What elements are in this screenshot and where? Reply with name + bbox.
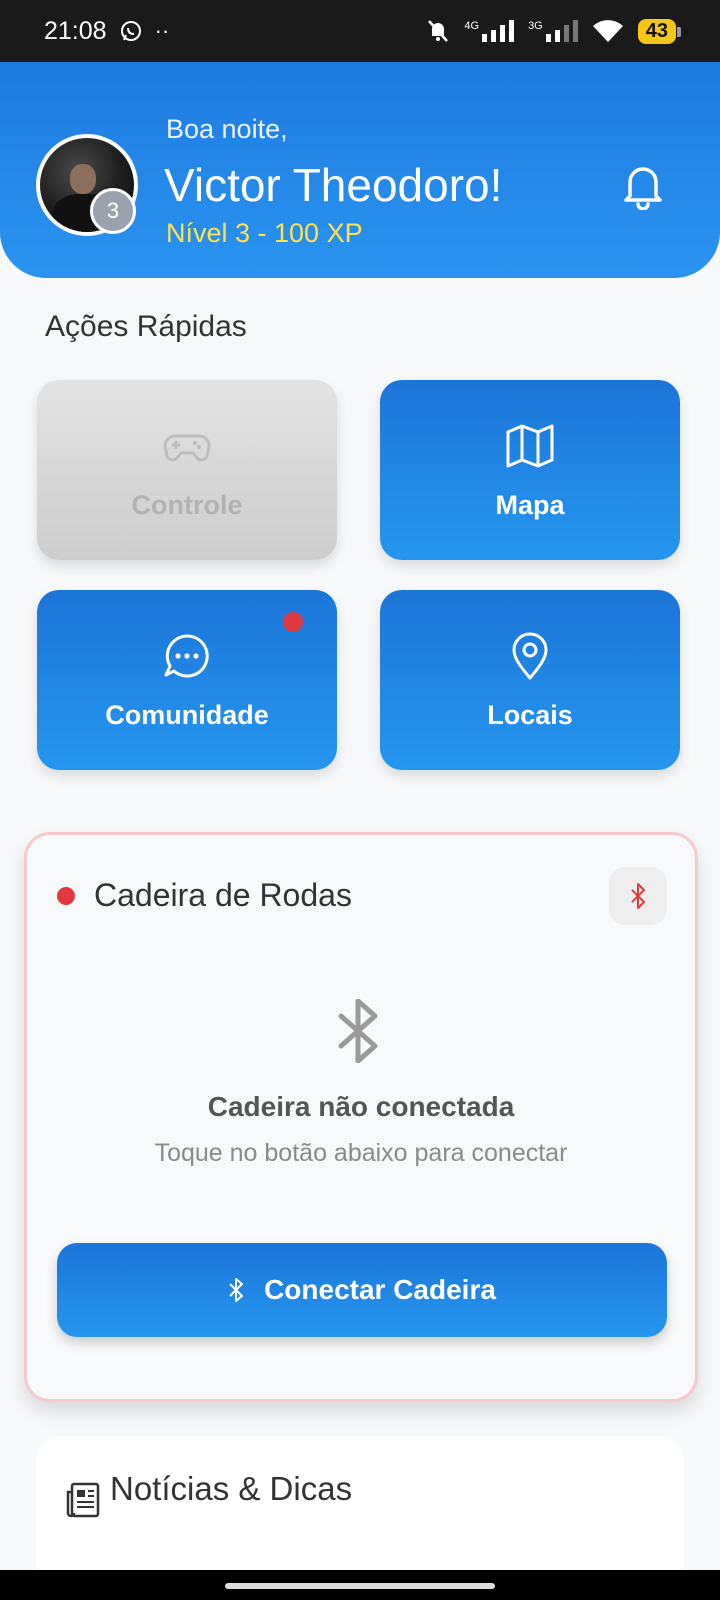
whatsapp-icon (120, 21, 141, 41)
action-mapa-button[interactable]: Mapa (380, 380, 680, 560)
action-locais-label: Locais (487, 699, 573, 730)
bluetooth-large-icon (338, 999, 378, 1063)
disconnected-title: Cadeira não conectada (207, 1091, 515, 1122)
status-time: 21:08 (44, 16, 107, 45)
wheelchair-card: Cadeira de Rodas Cadeira não conectada T… (24, 832, 698, 1402)
connect-wheelchair-button[interactable]: Conectar Cadeira (57, 1243, 667, 1337)
wheelchair-title: Cadeira de Rodas (94, 877, 352, 913)
connection-status-dot (57, 887, 75, 905)
network-label-2: 3G (528, 20, 543, 32)
action-mapa-label: Mapa (495, 489, 565, 520)
notifications-bell-icon[interactable] (620, 160, 666, 210)
chat-icon (164, 633, 209, 677)
level-xp-text: Nível 3 - 100 XP (166, 218, 363, 248)
status-bar: 21:08 ·· 4G 3G 43 (0, 0, 720, 62)
notification-dot (283, 612, 303, 632)
signal-3g: 3G (528, 20, 578, 42)
bluetooth-button-icon (229, 1278, 244, 1302)
connect-wheelchair-label: Conectar Cadeira (264, 1274, 496, 1305)
bluetooth-status-button[interactable] (609, 867, 667, 925)
status-left: 21:08 ·· (44, 17, 169, 46)
gamepad-icon (163, 434, 211, 461)
home-gesture-handle[interactable] (225, 1583, 495, 1589)
status-right: 4G 3G 43 (426, 18, 682, 44)
map-icon (506, 424, 554, 467)
action-locais-button[interactable]: Locais (380, 590, 680, 770)
signal-bars-icon (482, 20, 515, 42)
location-pin-icon (512, 632, 548, 679)
avatar-head (70, 164, 96, 194)
bluetooth-icon (631, 883, 645, 909)
action-controle-button[interactable]: Controle (37, 380, 337, 560)
system-nav-bar (0, 1570, 720, 1600)
network-label-1: 4G (464, 20, 480, 32)
action-comunidade-label: Comunidade (105, 699, 269, 730)
disconnected-subtitle: Toque no botão abaixo para conectar (154, 1139, 568, 1167)
action-controle-label: Controle (131, 489, 243, 520)
wifi-icon (592, 20, 623, 42)
newspaper-icon (66, 1482, 100, 1518)
more-notifications-icon: ·· (154, 18, 170, 43)
level-badge: 3 (90, 188, 136, 234)
signal-bars-weak-icon (545, 20, 578, 42)
muted-bell-icon (428, 20, 449, 42)
news-title: Notícias & Dicas (110, 1470, 353, 1507)
header: 3 Boa noite, Victor Theodoro! Nível 3 - … (0, 62, 720, 278)
action-comunidade-button[interactable]: Comunidade (37, 590, 337, 770)
user-name: Victor Theodoro! (164, 159, 503, 211)
greeting-text: Boa noite, (166, 114, 288, 144)
battery-indicator: 43 (637, 18, 682, 44)
signal-4g: 4G (464, 20, 515, 42)
avatar-container[interactable]: 3 (36, 134, 138, 236)
quick-actions-title: Ações Rápidas (45, 310, 247, 343)
